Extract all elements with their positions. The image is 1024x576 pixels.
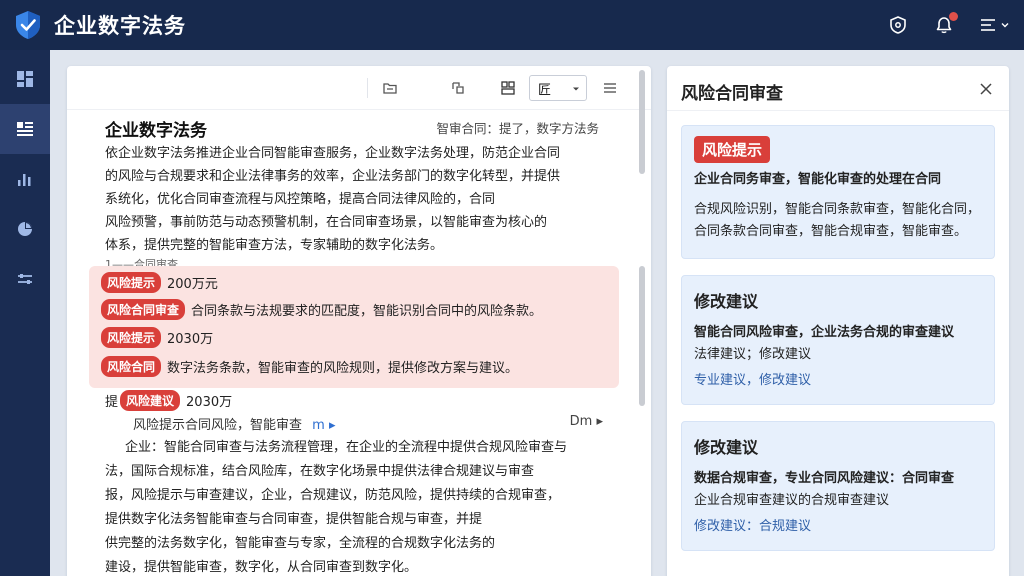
paragraph-line: 的风险与合规要求和企业法律事务的效率，企业法务部门的数字化转型，并提供 [105, 169, 561, 184]
toolbar-font-select[interactable]: 匠 [529, 75, 587, 101]
suggestion-card[interactable]: 修改建议 智能合同风险审查，企业法务合规的审查建议 法律建议；修改建议 专业建议… [681, 275, 995, 405]
risk-tag: 风险提示 [101, 327, 162, 348]
risk-row[interactable]: 风险合同 数字法务条款，智能审查的风险规则，提供修改方案与建议。 [101, 356, 518, 377]
card-link[interactable]: 修改建议：合规建议 [682, 516, 994, 538]
risk-text: 2030万 [167, 332, 214, 347]
security-shield-button[interactable] [887, 14, 909, 36]
document-toolbar: 匠 [67, 66, 651, 110]
paragraph-line: 报，风险提示与审查建议，企业，合规建议，防范风险，提供持续的合规审查， [105, 488, 561, 503]
risk-tag: 风险提示 [101, 272, 162, 293]
review-panel: 风险合同审查 风险提示 企业合同务审查，智能化审查的处理在合同 合规风险识别，智… [667, 66, 1009, 576]
sidebar-item-dashboard[interactable] [0, 54, 50, 104]
suggestion-tag[interactable]: 风险建议 [120, 390, 181, 411]
top-bar: 企业数字法务 [0, 0, 1024, 50]
paragraph-line: 系统化，优化合同审查流程与风控策略，提高合同法律风险的，合同 [105, 192, 496, 207]
suggestion-prefix: 提 [105, 395, 119, 410]
paragraph-line: 依企业数字法务推进企业合同智能审查服务，企业数字法务处理，防范企业合同 [105, 146, 561, 161]
suggestion-card[interactable]: 修改建议 数据合规审查，专业合同风险建议：合同审查 企业合规审查建议的合规审查建… [681, 421, 995, 551]
link-icon [452, 82, 464, 94]
scrollbar-thumb[interactable] [639, 266, 645, 406]
toolbar-link-button[interactable] [447, 77, 469, 99]
close-button[interactable] [977, 80, 995, 98]
card-line: 企业合规审查建议的合规审查建议 [694, 493, 890, 508]
suggestion-line: 提 风险建议 2030万 [105, 390, 232, 411]
paragraph-line: 提供数字化法务智能审查与合同审查，提供智能合规与审查，并提 [105, 512, 483, 527]
sidebar [0, 50, 50, 576]
document-meta: 智审合同：提了，数字方法务 [436, 121, 599, 136]
shield-check-logo-icon [16, 11, 40, 39]
sidebar-item-reports[interactable] [0, 204, 50, 254]
reference-link[interactable]: m ▸ [312, 418, 335, 433]
risk-card-tag: 风险提示 [694, 136, 771, 163]
paragraph-line: 体系，提供完整的智能审查方法，专家辅助的数字化法务。 [105, 238, 444, 253]
font-select-value: 匠 [538, 82, 552, 98]
risk-tag: 风险合同 [101, 356, 162, 377]
risk-row[interactable]: 风险提示 200万元 [101, 272, 218, 293]
card-line: 合规风险识别，智能合同条款审查，智能化合同， [694, 202, 981, 217]
paragraph-line: 风险预警，事前防范与动态预警机制，在合同审查场景，以智能审查为核心的 [105, 215, 548, 230]
sidebar-item-documents[interactable] [0, 104, 50, 154]
card-link[interactable]: 专业建议，修改建议 [682, 370, 994, 392]
notification-badge [949, 12, 958, 21]
dashboard-grid-icon [17, 71, 33, 87]
toolbar-grid-button[interactable] [497, 77, 519, 99]
paragraph-line: 建设，提供智能审查，数字化，从合同审查到数字化。 [105, 560, 418, 575]
card-heading: 修改建议 [694, 438, 759, 457]
top-actions [887, 0, 1010, 50]
card-line: 合同条款合同审查，智能合规审查，智能审查。 [694, 224, 968, 239]
chevron-down-icon [1001, 23, 1009, 28]
risk-text: 数字法务条款，智能审查的风险规则，提供修改方案与建议。 [167, 361, 519, 376]
document-panel: 匠 企业数字法务 智审合同：提了，数字方法务 依企业数字法务推进企业合同智能审查… [67, 66, 651, 576]
document-title: 企业数字法务 [105, 121, 207, 141]
reference-right-link[interactable]: Dm ▸ [570, 414, 603, 429]
sliders-icon [18, 274, 32, 284]
card-line: 企业合同务审查，智能化审查的处理在合同 [694, 172, 942, 187]
toolbar-divider [367, 78, 368, 98]
user-menu-button[interactable] [979, 17, 1010, 33]
document-scrollbar[interactable] [637, 70, 647, 570]
card-heading: 修改建议 [694, 292, 759, 311]
reference-text: 风险提示合同风险，智能审查 [133, 418, 303, 433]
sidebar-item-analytics[interactable] [0, 154, 50, 204]
risk-text: 合同条款与法规要求的匹配度，智能识别合同中的风险条款。 [191, 304, 543, 319]
list-menu-icon [604, 83, 616, 93]
reference-line: 风险提示合同风险，智能审查 m ▸ Dm ▸ [133, 414, 603, 433]
risk-highlight-box[interactable]: 风险提示 200万元 风险合同审查 合同条款与法规要求的匹配度，智能识别合同中的… [89, 266, 619, 388]
paragraph-line: 法，国际合规标准，结合风险库，在数字化场景中提供法律合规建议与审查 [105, 464, 535, 479]
risk-row[interactable]: 风险提示 2030万 [101, 327, 213, 348]
review-divider [667, 110, 1009, 111]
risk-text: 200万元 [167, 277, 218, 292]
pie-chart-icon [18, 222, 32, 236]
brand: 企业数字法务 [0, 10, 186, 40]
menu-lines-icon [981, 19, 995, 31]
bar-chart-icon [18, 174, 31, 186]
folder-icon [383, 83, 397, 94]
notification-button[interactable] [933, 12, 958, 36]
risk-tag: 风险合同审查 [101, 299, 186, 320]
risk-row[interactable]: 风险合同审查 合同条款与法规要求的匹配度，智能识别合同中的风险条款。 [101, 299, 542, 320]
close-icon [980, 83, 992, 95]
shield-icon [890, 16, 906, 34]
paragraph-line: 企业：智能合同审查与法务流程管理，在企业的全流程中提供合规风险审查与 [125, 440, 568, 455]
toolbar-menu-button[interactable] [599, 77, 621, 99]
document-paragraph-2: 企业：智能合同审查与法务流程管理，在企业的全流程中提供合规风险审查与 法，国际合… [105, 436, 605, 576]
scrollbar-thumb[interactable] [639, 70, 645, 174]
suggestion-text: 2030万 [186, 395, 233, 410]
card-line: 法律建议；修改建议 [694, 347, 812, 362]
toolbar-folder-button[interactable] [379, 77, 401, 99]
review-title: 风险合同审查 [681, 84, 783, 104]
risk-card[interactable]: 风险提示 企业合同务审查，智能化审查的处理在合同 合规风险识别，智能合同条款审查… [681, 125, 995, 259]
caret-down-icon [573, 87, 579, 91]
card-line: 数据合规审查，专业合同风险建议：合同审查 [694, 471, 955, 486]
card-line: 智能合同风险审查，企业法务合规的审查建议 [694, 325, 955, 340]
document-list-icon [17, 122, 33, 136]
document-paragraph: 依企业数字法务推进企业合同智能审查服务，企业数字法务处理，防范企业合同 的风险与… [105, 142, 605, 257]
app-title: 企业数字法务 [54, 14, 186, 38]
sidebar-item-settings[interactable] [0, 254, 50, 304]
grid-icon [501, 81, 515, 95]
paragraph-line: 供完整的法务数字化，智能审查与专家，全流程的合规数字化法务的 [105, 536, 496, 551]
